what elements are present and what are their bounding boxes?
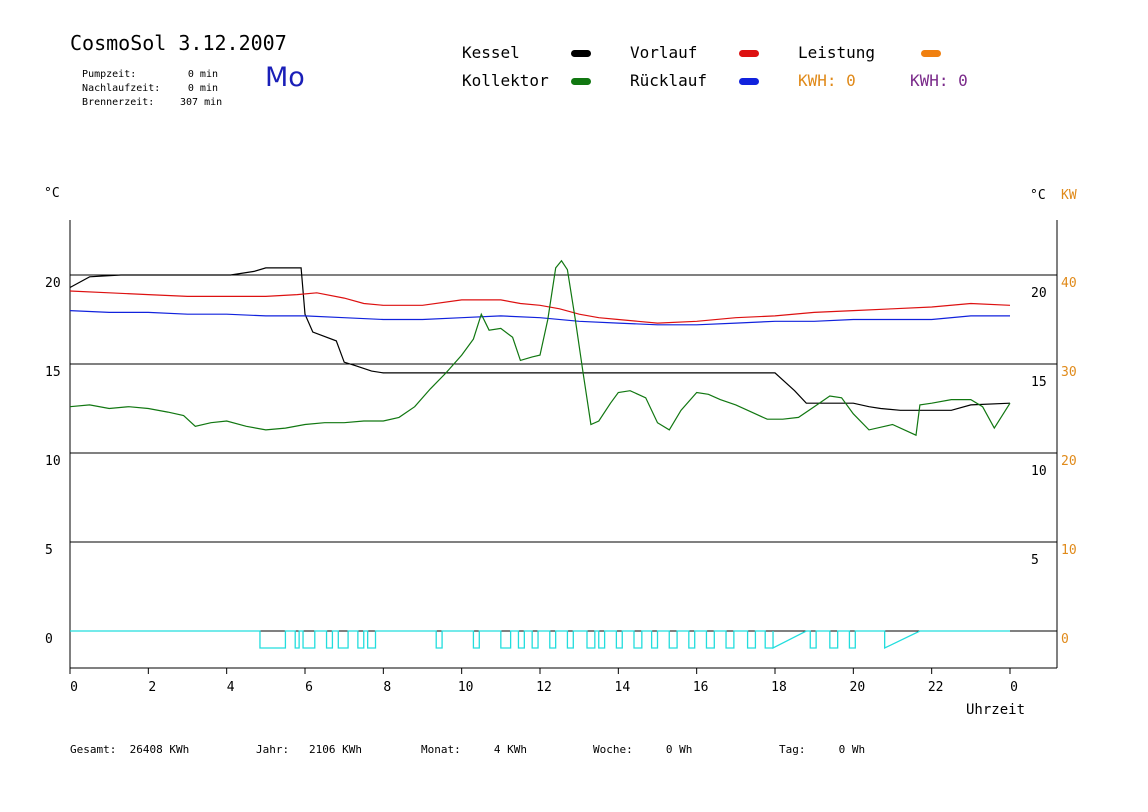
x-tick-label: 8 bbox=[383, 680, 391, 695]
footer-monat: Monat: 4 KWh bbox=[421, 743, 527, 756]
series-line-kessel bbox=[69, 267, 1011, 411]
x-tick-label: 2 bbox=[148, 680, 156, 695]
y-right-temp-tick-label: 5 bbox=[1031, 553, 1039, 568]
footer-woche: Woche: 0 Wh bbox=[593, 743, 693, 756]
y-left-tick-label: 20 bbox=[45, 276, 61, 291]
series-line-rcklauf bbox=[69, 310, 1010, 326]
x-tick-label: 10 bbox=[458, 680, 474, 695]
y-left-tick-label: 0 bbox=[45, 632, 53, 647]
y-right-kw-tick-label: 30 bbox=[1061, 365, 1077, 380]
x-tick-label: 16 bbox=[693, 680, 709, 695]
pump-signal-line bbox=[70, 630, 1010, 650]
x-tick-label: 22 bbox=[928, 680, 944, 695]
chart-canvas: 0 5 10 15 20 5 10 15 20 0 10 20 30 40 0 2 4 6 8 10 12 14 16 18 2… bbox=[45, 220, 1077, 695]
x-tick-label: 4 bbox=[227, 680, 235, 695]
y-left-tick-label: 5 bbox=[45, 543, 53, 558]
series-line-kollektor bbox=[69, 259, 1011, 437]
y-right-kw-tick-label: 0 bbox=[1061, 632, 1069, 647]
y-right-temp-tick-label: 15 bbox=[1031, 375, 1047, 390]
y-left-tick-label: 15 bbox=[45, 365, 61, 380]
y-right-temp-tick-label: 20 bbox=[1031, 286, 1047, 301]
x-tick-label: 0 bbox=[70, 680, 78, 695]
y-right-kw-tick-label: 10 bbox=[1061, 543, 1077, 558]
y-left-tick-label: 10 bbox=[45, 454, 61, 469]
x-tick-label: 12 bbox=[536, 680, 552, 695]
x-tick-label: 14 bbox=[615, 680, 631, 695]
x-tick-label: 0 bbox=[1010, 680, 1018, 695]
footer-jahr: Jahr: 2106 KWh bbox=[256, 743, 362, 756]
y-right-kw-tick-label: 40 bbox=[1061, 276, 1077, 291]
y-right-temp-tick-label: 10 bbox=[1031, 464, 1047, 479]
x-tick-label: 6 bbox=[305, 680, 313, 695]
x-tick-label: 20 bbox=[850, 680, 866, 695]
y-right-kw-tick-label: 20 bbox=[1061, 454, 1077, 469]
footer-gesamt: Gesamt: 26408 KWh bbox=[70, 743, 190, 756]
x-tick-label: 18 bbox=[771, 680, 787, 695]
footer-tag: Tag: 0 Wh bbox=[779, 743, 866, 756]
